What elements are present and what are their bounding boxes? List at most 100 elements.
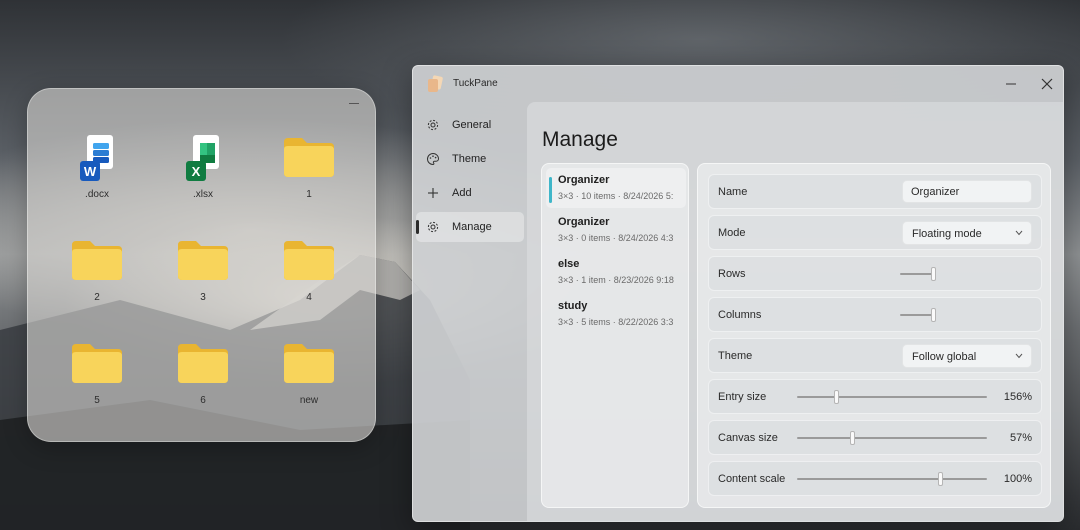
- setting-label: Canvas size: [718, 432, 778, 444]
- name-input[interactable]: [902, 180, 1032, 203]
- organizer-item-label: 2: [94, 292, 100, 303]
- title-bar[interactable]: TuckPane: [413, 66, 1063, 102]
- dropdown-value: Floating mode: [912, 228, 982, 240]
- nav-item-theme[interactable]: Theme: [416, 144, 524, 174]
- content-scale-value: 100%: [1003, 473, 1032, 485]
- close-icon: [1041, 78, 1053, 90]
- canvas-size-value: 57%: [1009, 432, 1032, 444]
- setting-label: Rows: [718, 268, 746, 280]
- organizer-item-label: 5: [94, 395, 100, 406]
- setting-label: Entry size: [718, 391, 767, 403]
- close-button[interactable]: [1029, 70, 1063, 98]
- setting-label: Mode: [718, 227, 746, 239]
- setting-row-theme: Theme Follow global: [708, 338, 1042, 373]
- theme-dropdown[interactable]: Follow global: [902, 344, 1032, 368]
- organizer-item-label: 3: [200, 292, 206, 303]
- window-title: TuckPane: [453, 78, 498, 89]
- svg-text:W: W: [84, 164, 97, 179]
- word-document-icon: W: [80, 135, 113, 181]
- organizer-name: Organizer: [558, 216, 610, 228]
- setting-row-name: Name: [708, 174, 1042, 209]
- folder-icon: [178, 241, 228, 280]
- setting-label: Content scale: [718, 473, 786, 485]
- organizer-item-folder-new[interactable]: new: [256, 335, 362, 438]
- settings-pane: Name Mode Floating mode Rows Columns: [697, 163, 1051, 508]
- organizer-minimize-button[interactable]: [343, 95, 365, 113]
- organizer-item-label: 4: [306, 292, 312, 303]
- folder-icon: [284, 138, 334, 177]
- palette-icon: [427, 152, 440, 166]
- organizer-pane: W .docx X .xlsx 1 2 3 4 5 6 new: [27, 88, 376, 442]
- plus-icon: [428, 188, 438, 198]
- selection-indicator: [549, 177, 552, 203]
- navigation-pane: General Theme Add Manage: [413, 102, 527, 521]
- nav-item-add[interactable]: Add: [416, 178, 524, 208]
- gear-icon: [427, 221, 439, 233]
- svg-text:X: X: [192, 164, 201, 179]
- setting-label: Columns: [718, 309, 762, 321]
- organizer-meta: 3×3 · 0 items · 8/24/2026 4:3: [558, 233, 674, 243]
- organizer-item-folder-1[interactable]: 1: [256, 129, 362, 232]
- minimize-icon: [349, 103, 359, 104]
- folder-icon: [178, 344, 228, 383]
- setting-row-mode: Mode Floating mode: [708, 215, 1042, 250]
- organizer-name: Organizer: [558, 174, 610, 186]
- organizer-item-label: 6: [200, 395, 206, 406]
- organizer-name: else: [558, 258, 580, 270]
- organizer-meta: 3×3 · 1 item · 8/23/2026 9:18: [558, 275, 674, 285]
- canvas-size-slider-thumb[interactable]: [850, 431, 855, 445]
- nav-item-manage[interactable]: Manage: [416, 212, 524, 242]
- organizer-list: Organizer 3×3 · 10 items · 8/24/2026 5: …: [541, 163, 689, 508]
- active-indicator: [416, 220, 419, 234]
- list-item[interactable]: study 3×3 · 5 items · 8/22/2026 3:3: [546, 294, 686, 334]
- setting-label: Theme: [718, 350, 753, 362]
- setting-label: Name: [718, 186, 748, 198]
- folder-icon: [72, 241, 122, 280]
- entry-size-value: 156%: [1003, 391, 1032, 403]
- mode-dropdown[interactable]: Floating mode: [902, 221, 1032, 245]
- rows-slider-thumb[interactable]: [931, 267, 936, 281]
- organizer-item-label: new: [299, 395, 319, 406]
- content-scale-slider-thumb[interactable]: [938, 472, 943, 486]
- organizer-item-label: .xlsx: [193, 189, 213, 200]
- content-area: Manage Organizer 3×3 · 10 items · 8/24/2…: [527, 102, 1063, 521]
- list-item[interactable]: Organizer 3×3 · 0 items · 8/24/2026 4:3: [546, 210, 686, 250]
- organizer-item-folder-6[interactable]: 6: [150, 335, 256, 438]
- organizer-meta: 3×3 · 10 items · 8/24/2026 5:: [558, 191, 674, 201]
- setting-row-entry-size: Entry size 156%: [708, 379, 1042, 414]
- nav-label: Theme: [452, 153, 487, 165]
- chevron-down-icon: [1015, 230, 1023, 236]
- setting-row-canvas-size: Canvas size 57%: [708, 420, 1042, 455]
- setting-row-content-scale: Content scale 100%: [708, 461, 1042, 496]
- entry-size-slider-thumb[interactable]: [834, 390, 839, 404]
- minimize-button[interactable]: [993, 70, 1029, 98]
- nav-item-general[interactable]: General: [416, 110, 524, 140]
- organizer-item-folder-5[interactable]: 5: [44, 335, 150, 438]
- app-logo-icon: [428, 75, 443, 92]
- organizer-item-label: .docx: [85, 189, 109, 200]
- columns-slider-thumb[interactable]: [931, 308, 936, 322]
- organizer-item-folder-4[interactable]: 4: [256, 232, 362, 335]
- setting-row-rows: Rows: [708, 256, 1042, 291]
- organizer-name: study: [558, 300, 588, 312]
- organizer-item-docx[interactable]: W .docx: [44, 129, 150, 232]
- excel-workbook-icon: X: [186, 135, 219, 181]
- organizer-item-folder-3[interactable]: 3: [150, 232, 256, 335]
- organizer-item-xlsx[interactable]: X .xlsx: [150, 129, 256, 232]
- organizer-item-folder-2[interactable]: 2: [44, 232, 150, 335]
- canvas-size-slider-track[interactable]: [797, 437, 987, 439]
- entry-size-slider-track[interactable]: [797, 396, 987, 398]
- setting-row-columns: Columns: [708, 297, 1042, 332]
- folder-icon: [72, 344, 122, 383]
- gear-icon: [427, 119, 439, 131]
- organizer-grid: W .docx X .xlsx 1 2 3 4 5 6 new: [44, 129, 362, 435]
- content-scale-slider-track[interactable]: [797, 478, 987, 480]
- folder-icon: [284, 241, 334, 280]
- list-item[interactable]: else 3×3 · 1 item · 8/23/2026 9:18: [546, 252, 686, 292]
- organizer-meta: 3×3 · 5 items · 8/22/2026 3:3: [558, 317, 674, 327]
- tuckpane-window: TuckPane General Theme Add Manage Manage…: [412, 65, 1064, 522]
- nav-label: Manage: [452, 221, 492, 233]
- list-item[interactable]: Organizer 3×3 · 10 items · 8/24/2026 5:: [546, 168, 686, 208]
- page-title: Manage: [542, 128, 618, 151]
- chevron-down-icon: [1015, 353, 1023, 359]
